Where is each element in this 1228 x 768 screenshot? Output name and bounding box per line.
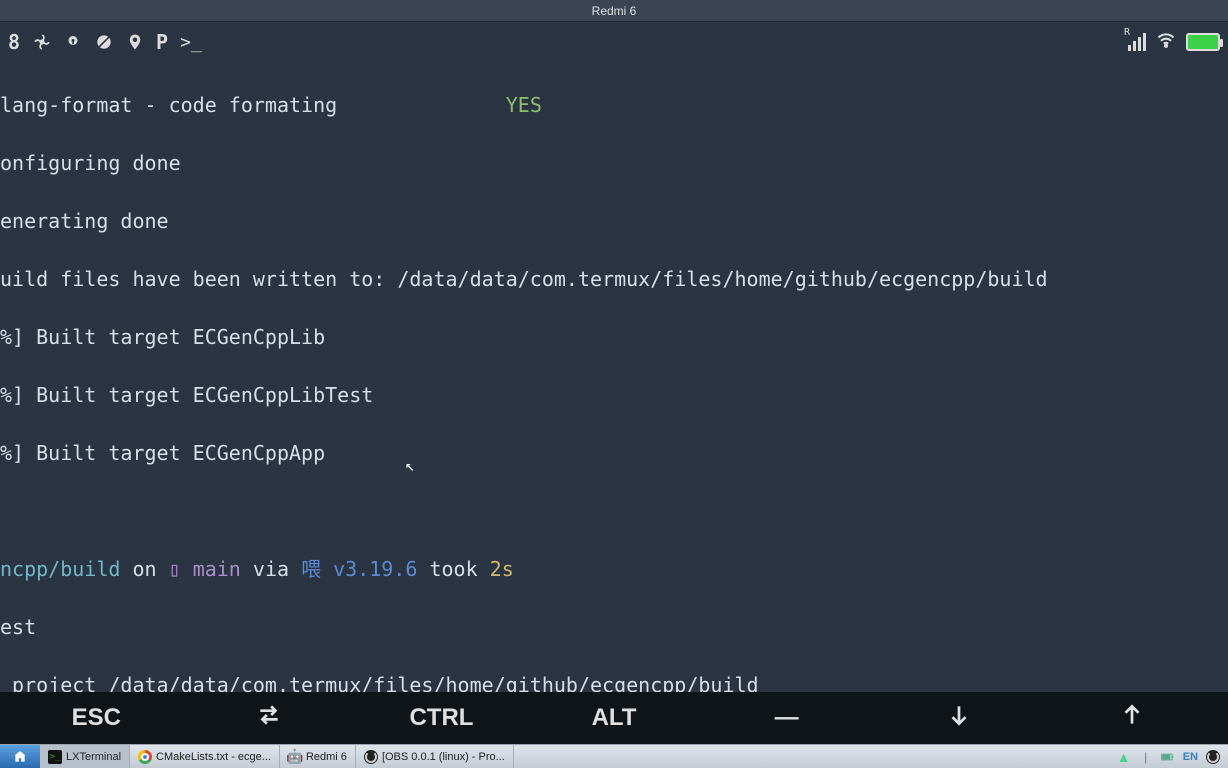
term-line: %] Built target ECGenCppApp	[0, 439, 1228, 468]
taskbar: >_ LXTerminal CMakeLists.txt - ecge... 🤖…	[0, 744, 1228, 768]
term-line: %] Built target ECGenCppLib	[0, 323, 1228, 352]
terminal[interactable]: lang-format - code formating YES onfigur…	[0, 62, 1228, 692]
obs-icon	[364, 750, 378, 764]
key-down[interactable]	[873, 702, 1046, 735]
system-tray: ▲ | EN	[1109, 745, 1228, 768]
status-left: 8 P >_	[8, 30, 202, 54]
prompt-line: ncpp/build on ▯ main via 喂 v3.19.6 took …	[0, 555, 1228, 584]
tray-android-icon[interactable]: ▲	[1117, 750, 1131, 764]
task-obs[interactable]: [OBS 0.0.1 (linux) - Pro...	[356, 745, 514, 768]
window-title: Redmi 6	[592, 4, 637, 18]
location-icon	[126, 33, 144, 51]
key-up[interactable]	[1045, 702, 1218, 735]
key-alt[interactable]: ALT	[528, 704, 701, 732]
tray-sep-icon: |	[1139, 750, 1153, 764]
key-dash[interactable]: —	[700, 704, 873, 732]
battery-icon	[1186, 33, 1220, 51]
term-line: project /data/data/com.termux/files/home…	[0, 671, 1228, 692]
task-redmi[interactable]: 🤖 Redmi 6	[280, 745, 356, 768]
terminal-icon: >_	[180, 32, 202, 53]
soft-keyrow: ESC CTRL ALT —	[0, 692, 1228, 744]
tray-lang[interactable]: EN	[1183, 751, 1198, 763]
term-line: onfiguring done	[0, 149, 1228, 178]
lock-icon	[64, 33, 82, 51]
block-icon	[94, 32, 114, 52]
tray-battery-icon[interactable]	[1161, 750, 1175, 764]
terminal-app-icon: >_	[48, 750, 62, 764]
task-chrome[interactable]: CMakeLists.txt - ecge...	[130, 745, 280, 768]
term-line: est	[0, 613, 1228, 642]
task-lxterminal[interactable]: >_ LXTerminal	[40, 745, 130, 768]
wifi-icon	[1156, 30, 1176, 54]
chrome-icon	[138, 750, 152, 764]
notification-count: 8	[8, 30, 20, 54]
start-button[interactable]	[0, 745, 40, 768]
term-line: enerating done	[0, 207, 1228, 236]
android-icon: 🤖	[288, 750, 302, 764]
tray-obs-icon[interactable]	[1206, 750, 1220, 764]
p-icon: P	[156, 30, 168, 54]
status-right: R	[1122, 30, 1220, 54]
term-line: uild files have been written to: /data/d…	[0, 265, 1228, 294]
phone-statusbar: 8 P >_ R	[0, 22, 1228, 62]
window-titlebar: Redmi 6	[0, 0, 1228, 22]
key-ctrl[interactable]: CTRL	[355, 704, 528, 732]
key-tab[interactable]	[183, 702, 356, 735]
key-esc[interactable]: ESC	[10, 704, 183, 732]
fan-icon	[32, 32, 52, 52]
term-line: %] Built target ECGenCppLibTest	[0, 381, 1228, 410]
term-line: lang-format - code formating YES	[0, 91, 1228, 120]
cellular-icon: R	[1122, 33, 1146, 51]
